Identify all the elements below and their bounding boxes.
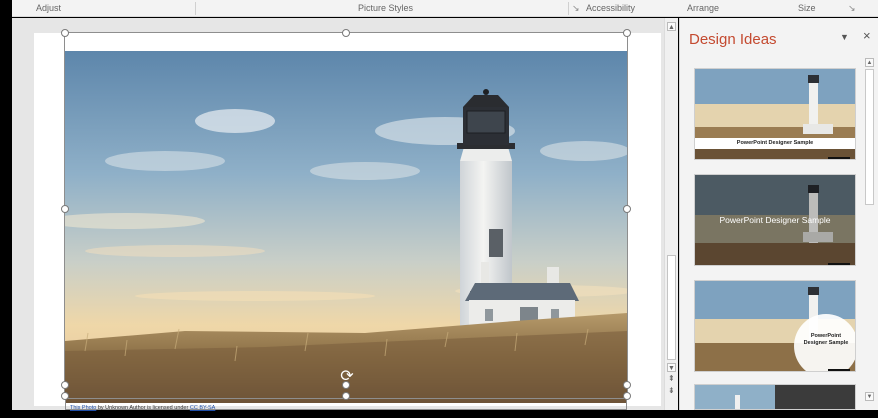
slide-editor: ⟳ This Photo by Unknown Author is licens… bbox=[12, 18, 664, 412]
pane-scrollbar[interactable]: ▲ ▼ bbox=[864, 58, 875, 404]
lighthouse-image bbox=[65, 51, 627, 403]
credit-license-link[interactable]: CC BY-SA bbox=[190, 405, 215, 411]
next-slide-icon[interactable]: ⇟ bbox=[668, 387, 675, 395]
caption-bar bbox=[828, 157, 850, 159]
caption-handle-left[interactable] bbox=[61, 392, 69, 400]
resize-handle-bottom-right[interactable] bbox=[623, 381, 631, 389]
design-idea-2[interactable]: PowerPoint Designer Sample bbox=[694, 174, 856, 266]
caption-handle-right[interactable] bbox=[623, 392, 631, 400]
design-idea-3[interactable]: PowerPoint Designer Sample bbox=[694, 280, 856, 372]
design-ideas-pane: Design Ideas ▼ × PowerPoint Designer Sam… bbox=[679, 18, 878, 410]
pane-scroll-down-icon[interactable]: ▼ bbox=[865, 392, 874, 401]
ribbon-launcher-icon[interactable]: ↘ bbox=[572, 4, 580, 13]
resize-handle-top[interactable] bbox=[342, 29, 350, 37]
previous-slide-icon[interactable]: ⇞ bbox=[668, 375, 675, 383]
ribbon-group-accessibility[interactable]: Accessibility bbox=[586, 4, 635, 13]
design-idea-3-caption: PowerPoint Designer Sample bbox=[799, 333, 853, 347]
design-idea-4-image bbox=[695, 385, 855, 409]
ribbon-separator bbox=[568, 2, 569, 15]
app-window: Adjust Picture Styles ↘ Accessibility Ar… bbox=[4, 0, 878, 418]
pane-scroll-up-icon[interactable]: ▲ bbox=[865, 58, 874, 67]
pane-options-icon[interactable]: ▼ bbox=[840, 30, 849, 44]
design-idea-2-caption: PowerPoint Designer Sample bbox=[719, 215, 831, 225]
design-idea-4[interactable] bbox=[694, 384, 856, 410]
scroll-thumb[interactable] bbox=[667, 255, 676, 360]
rotate-handle-icon[interactable]: ⟳ bbox=[339, 369, 355, 385]
credit-photo-link[interactable]: This Photo bbox=[70, 405, 96, 411]
caption-line-2: Designer Sample bbox=[803, 340, 849, 346]
design-idea-1-caption: PowerPoint Designer Sample bbox=[695, 138, 855, 149]
design-idea-1[interactable]: PowerPoint Designer Sample bbox=[694, 68, 856, 160]
ribbon-launcher-icon[interactable]: ↘ bbox=[848, 4, 856, 13]
scroll-down-icon[interactable]: ▼ bbox=[667, 363, 676, 372]
resize-handle-top-right[interactable] bbox=[623, 29, 631, 37]
lighthouse-photo[interactable] bbox=[65, 51, 627, 403]
ribbon-separator bbox=[195, 2, 196, 15]
resize-handle-top-left[interactable] bbox=[61, 29, 69, 37]
caption-line-1: PowerPoint bbox=[810, 333, 842, 339]
photo-credit: This Photo by Unknown Author is licensed… bbox=[70, 405, 215, 412]
pane-title: Design Ideas bbox=[689, 31, 777, 48]
resize-handle-left[interactable] bbox=[61, 205, 69, 213]
credit-text: by Unknown Author is licensed under bbox=[97, 405, 189, 411]
scroll-up-icon[interactable]: ▲ bbox=[667, 22, 676, 31]
pane-scroll-thumb[interactable] bbox=[865, 69, 874, 205]
ribbon-group-size[interactable]: Size bbox=[798, 4, 816, 13]
ribbon-group-picture-styles[interactable]: Picture Styles bbox=[358, 4, 413, 13]
ribbon-group-labels: Adjust Picture Styles ↘ Accessibility Ar… bbox=[12, 0, 878, 17]
caption-bar bbox=[828, 369, 850, 371]
caption-bar bbox=[828, 263, 850, 265]
resize-handle-right[interactable] bbox=[623, 205, 631, 213]
close-icon[interactable]: × bbox=[863, 28, 871, 44]
ribbon-group-adjust[interactable]: Adjust bbox=[36, 4, 61, 13]
ribbon-group-arrange[interactable]: Arrange bbox=[687, 4, 719, 13]
resize-handle-bottom-left[interactable] bbox=[61, 381, 69, 389]
caption-handle-mid[interactable] bbox=[342, 392, 350, 400]
slide-scrollbar[interactable]: ▲ ▼ ⇞ ⇟ bbox=[664, 18, 678, 410]
